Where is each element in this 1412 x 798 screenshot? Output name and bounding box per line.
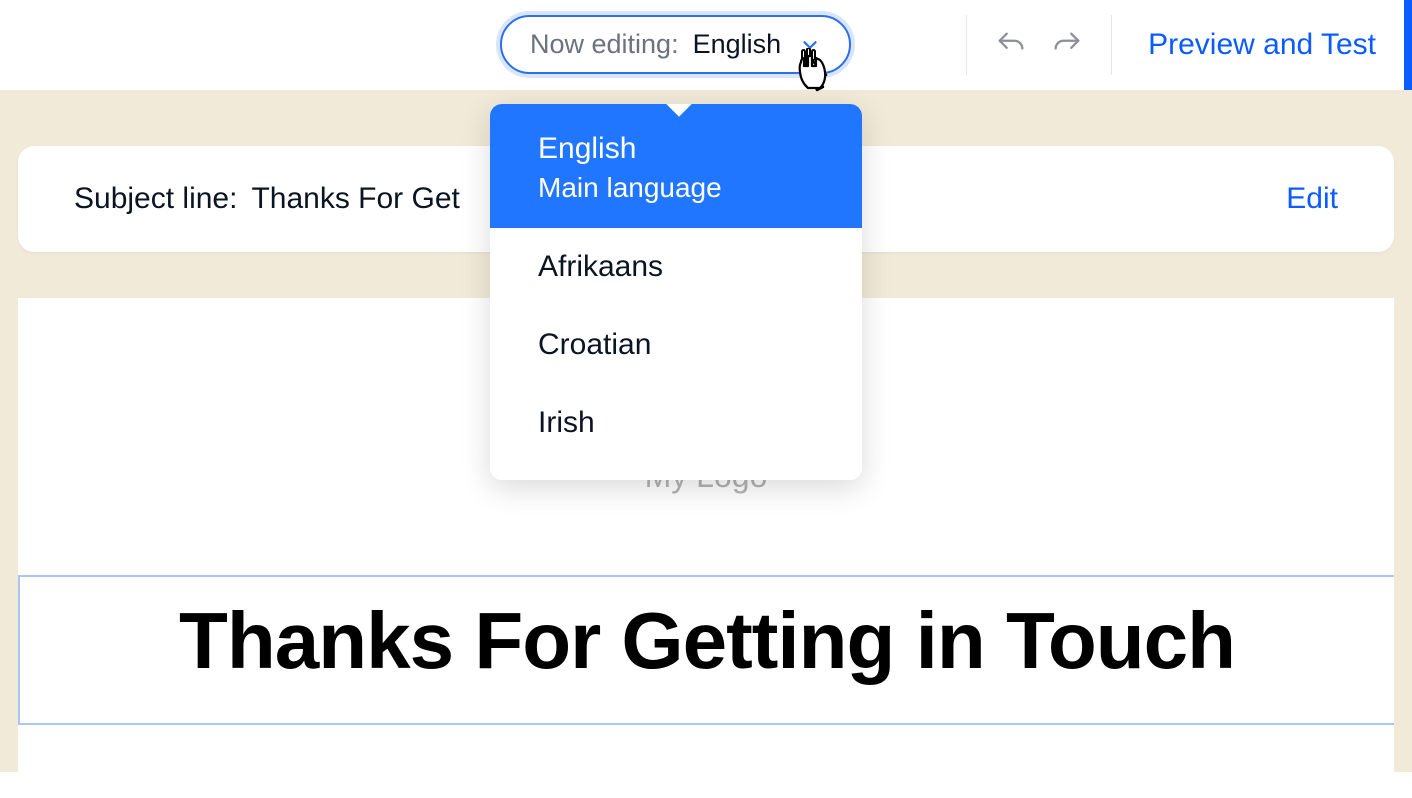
language-option-sublabel: Main language bbox=[538, 172, 814, 204]
language-option-afrikaans[interactable]: Afrikaans bbox=[490, 228, 862, 306]
language-option-label: Croatian bbox=[538, 328, 814, 362]
language-option-label: Afrikaans bbox=[538, 250, 814, 284]
language-option-label: Irish bbox=[538, 406, 814, 440]
undo-button[interactable] bbox=[989, 23, 1033, 67]
language-option-english[interactable]: English Main language bbox=[490, 104, 862, 228]
language-option-irish[interactable]: Irish bbox=[490, 384, 862, 480]
language-dropdown: English Main language Afrikaans Croatian… bbox=[490, 104, 862, 480]
undo-redo-group bbox=[967, 23, 1111, 67]
subject-line-value: Thanks For Get bbox=[251, 182, 459, 216]
language-option-croatian[interactable]: Croatian bbox=[490, 306, 862, 384]
language-selector-label: Now editing: bbox=[530, 29, 679, 60]
headline-block[interactable]: Thanks For Getting in Touch bbox=[18, 575, 1394, 725]
email-headline: Thanks For Getting in Touch bbox=[20, 595, 1394, 687]
right-edge-accent bbox=[1404, 0, 1412, 90]
language-option-label: English bbox=[538, 132, 814, 166]
chevron-down-icon bbox=[799, 34, 821, 56]
toolbar-right-group: Preview and Test bbox=[966, 0, 1412, 90]
top-toolbar: Now editing: English P bbox=[0, 0, 1412, 90]
redo-button[interactable] bbox=[1045, 23, 1089, 67]
language-selector-button[interactable]: Now editing: English bbox=[500, 15, 851, 74]
language-selector-value: English bbox=[693, 29, 782, 60]
preview-and-test-button[interactable]: Preview and Test bbox=[1112, 0, 1412, 90]
subject-line-label: Subject line: bbox=[74, 182, 237, 216]
edit-subject-button[interactable]: Edit bbox=[1286, 182, 1338, 216]
subject-line-text: Subject line: Thanks For Get bbox=[74, 182, 460, 216]
